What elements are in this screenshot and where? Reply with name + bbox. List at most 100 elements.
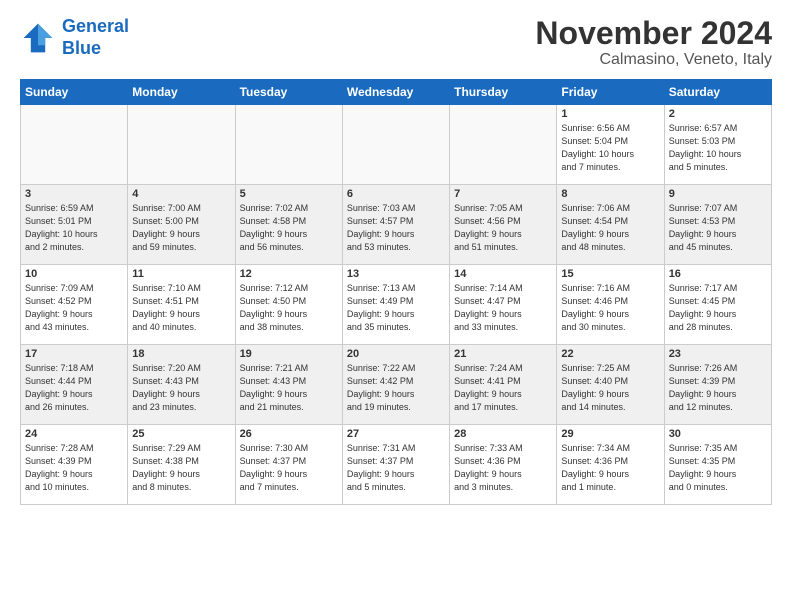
day-info: Sunrise: 7:05 AM Sunset: 4:56 PM Dayligh… [454,202,552,254]
calendar-cell: 2 Sunrise: 6:57 AM Sunset: 5:03 PM Daylig… [664,105,771,185]
weekday-header-row: SundayMondayTuesdayWednesdayThursdayFrid… [21,80,772,105]
logo-icon [20,20,56,56]
day-number: 21 [454,348,552,360]
day-info: Sunrise: 6:59 AM Sunset: 5:01 PM Dayligh… [25,202,123,254]
day-info: Sunrise: 7:24 AM Sunset: 4:41 PM Dayligh… [454,362,552,414]
day-info: Sunrise: 7:13 AM Sunset: 4:49 PM Dayligh… [347,282,445,334]
calendar-cell: 10Sunrise: 7:09 AM Sunset: 4:52 PM Dayli… [21,265,128,345]
day-info: Sunrise: 7:21 AM Sunset: 4:43 PM Dayligh… [240,362,338,414]
day-info: Sunrise: 7:29 AM Sunset: 4:38 PM Dayligh… [132,442,230,494]
day-number: 22 [561,348,659,360]
calendar-cell: 19 Sunrise: 7:21 AM Sunset: 4:43 PM Dayli… [235,345,342,425]
calendar-cell: 9 Sunrise: 7:07 AM Sunset: 4:53 PM Daylig… [664,185,771,265]
calendar-cell: 30Sunrise: 7:35 AM Sunset: 4:35 PM Dayli… [664,425,771,505]
calendar-cell: 23 Sunrise: 7:26 AM Sunset: 4:39 PM Dayli… [664,345,771,425]
calendar-cell [235,105,342,185]
calendar-cell: 8 Sunrise: 7:06 AM Sunset: 4:54 PM Daylig… [557,185,664,265]
day-number: 1 [561,108,659,120]
day-number: 13 [347,268,445,280]
day-number: 6 [347,188,445,200]
day-number: 18 [132,348,230,360]
page: General Blue November 2024 Calmasino, Ve… [0,0,792,612]
day-number: 23 [669,348,767,360]
day-info: Sunrise: 7:33 AM Sunset: 4:36 PM Dayligh… [454,442,552,494]
week-row-3: 10Sunrise: 7:09 AM Sunset: 4:52 PM Dayli… [21,265,772,345]
day-number: 9 [669,188,767,200]
day-info: Sunrise: 7:30 AM Sunset: 4:37 PM Dayligh… [240,442,338,494]
weekday-header-wednesday: Wednesday [342,80,449,105]
calendar-cell: 1 Sunrise: 6:56 AM Sunset: 5:04 PM Daylig… [557,105,664,185]
day-info: Sunrise: 7:12 AM Sunset: 4:50 PM Dayligh… [240,282,338,334]
week-row-1: 1 Sunrise: 6:56 AM Sunset: 5:04 PM Daylig… [21,105,772,185]
calendar-cell: 3 Sunrise: 6:59 AM Sunset: 5:01 PM Daylig… [21,185,128,265]
day-info: Sunrise: 7:16 AM Sunset: 4:46 PM Dayligh… [561,282,659,334]
day-number: 12 [240,268,338,280]
calendar-cell [342,105,449,185]
day-info: Sunrise: 7:31 AM Sunset: 4:37 PM Dayligh… [347,442,445,494]
calendar-cell [21,105,128,185]
day-number: 28 [454,428,552,440]
day-number: 17 [25,348,123,360]
day-info: Sunrise: 7:14 AM Sunset: 4:47 PM Dayligh… [454,282,552,334]
calendar-cell: 15 Sunrise: 7:16 AM Sunset: 4:46 PM Dayli… [557,265,664,345]
day-info: Sunrise: 6:57 AM Sunset: 5:03 PM Dayligh… [669,122,767,174]
logo: General Blue [20,16,129,59]
day-info: Sunrise: 7:20 AM Sunset: 4:43 PM Dayligh… [132,362,230,414]
calendar-cell: 24 Sunrise: 7:28 AM Sunset: 4:39 PM Dayli… [21,425,128,505]
day-info: Sunrise: 7:26 AM Sunset: 4:39 PM Dayligh… [669,362,767,414]
day-info: Sunrise: 6:56 AM Sunset: 5:04 PM Dayligh… [561,122,659,174]
title-block: November 2024 Calmasino, Veneto, Italy [535,16,772,69]
logo-line2: Blue [62,38,101,58]
day-info: Sunrise: 7:02 AM Sunset: 4:58 PM Dayligh… [240,202,338,254]
day-info: Sunrise: 7:34 AM Sunset: 4:36 PM Dayligh… [561,442,659,494]
calendar-cell: 21 Sunrise: 7:24 AM Sunset: 4:41 PM Dayli… [450,345,557,425]
day-info: Sunrise: 7:22 AM Sunset: 4:42 PM Dayligh… [347,362,445,414]
logo-text: General Blue [62,16,129,59]
calendar-table: SundayMondayTuesdayWednesdayThursdayFrid… [20,79,772,505]
calendar-cell: 25Sunrise: 7:29 AM Sunset: 4:38 PM Dayli… [128,425,235,505]
day-info: Sunrise: 7:28 AM Sunset: 4:39 PM Dayligh… [25,442,123,494]
day-info: Sunrise: 7:18 AM Sunset: 4:44 PM Dayligh… [25,362,123,414]
day-number: 15 [561,268,659,280]
week-row-4: 17 Sunrise: 7:18 AM Sunset: 4:44 PM Dayli… [21,345,772,425]
calendar-cell: 17 Sunrise: 7:18 AM Sunset: 4:44 PM Dayli… [21,345,128,425]
weekday-header-friday: Friday [557,80,664,105]
calendar-cell: 18 Sunrise: 7:20 AM Sunset: 4:43 PM Dayli… [128,345,235,425]
day-number: 27 [347,428,445,440]
day-number: 3 [25,188,123,200]
calendar-cell: 28 Sunrise: 7:33 AM Sunset: 4:36 PM Dayli… [450,425,557,505]
day-number: 2 [669,108,767,120]
weekday-header-thursday: Thursday [450,80,557,105]
day-number: 8 [561,188,659,200]
day-info: Sunrise: 7:17 AM Sunset: 4:45 PM Dayligh… [669,282,767,334]
day-info: Sunrise: 7:06 AM Sunset: 4:54 PM Dayligh… [561,202,659,254]
week-row-2: 3 Sunrise: 6:59 AM Sunset: 5:01 PM Daylig… [21,185,772,265]
day-number: 30 [669,428,767,440]
calendar-cell: 7Sunrise: 7:05 AM Sunset: 4:56 PM Daylig… [450,185,557,265]
week-row-5: 24 Sunrise: 7:28 AM Sunset: 4:39 PM Dayli… [21,425,772,505]
calendar-cell: 20Sunrise: 7:22 AM Sunset: 4:42 PM Dayli… [342,345,449,425]
day-number: 29 [561,428,659,440]
weekday-header-monday: Monday [128,80,235,105]
day-info: Sunrise: 7:03 AM Sunset: 4:57 PM Dayligh… [347,202,445,254]
weekday-header-tuesday: Tuesday [235,80,342,105]
day-number: 19 [240,348,338,360]
day-number: 26 [240,428,338,440]
day-info: Sunrise: 7:07 AM Sunset: 4:53 PM Dayligh… [669,202,767,254]
header: General Blue November 2024 Calmasino, Ve… [20,16,772,69]
calendar-cell: 4Sunrise: 7:00 AM Sunset: 5:00 PM Daylig… [128,185,235,265]
calendar-cell: 16 Sunrise: 7:17 AM Sunset: 4:45 PM Dayli… [664,265,771,345]
calendar-cell [450,105,557,185]
calendar-cell: 14Sunrise: 7:14 AM Sunset: 4:47 PM Dayli… [450,265,557,345]
calendar-cell: 5 Sunrise: 7:02 AM Sunset: 4:58 PM Daylig… [235,185,342,265]
calendar-cell [128,105,235,185]
calendar-cell: 27 Sunrise: 7:31 AM Sunset: 4:37 PM Dayli… [342,425,449,505]
calendar-cell: 11Sunrise: 7:10 AM Sunset: 4:51 PM Dayli… [128,265,235,345]
weekday-header-sunday: Sunday [21,80,128,105]
calendar-cell: 29 Sunrise: 7:34 AM Sunset: 4:36 PM Dayli… [557,425,664,505]
calendar-cell: 6 Sunrise: 7:03 AM Sunset: 4:57 PM Daylig… [342,185,449,265]
calendar-subtitle: Calmasino, Veneto, Italy [535,51,772,69]
day-number: 16 [669,268,767,280]
day-number: 5 [240,188,338,200]
day-number: 24 [25,428,123,440]
